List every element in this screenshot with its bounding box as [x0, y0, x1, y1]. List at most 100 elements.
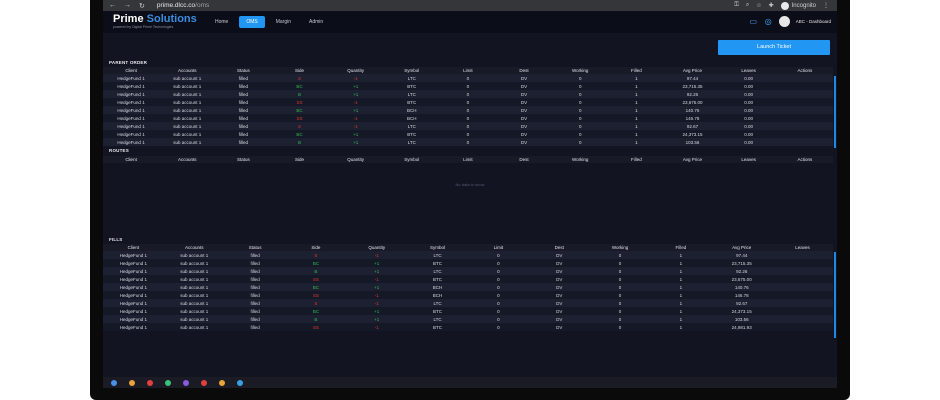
- column-header-avg-price[interactable]: Avg Price: [664, 156, 721, 163]
- table-row[interactable]: HedgeFund 1 sub account 1 filled B +1 LTC 0 DV 0…: [103, 138, 833, 146]
- column-header-accounts[interactable]: Accounts: [159, 156, 216, 163]
- column-header-symbol[interactable]: Symbol: [383, 67, 440, 74]
- table-row[interactable]: HedgeFund 1 sub account 1 filled SS -1 BCH 0 DV…: [103, 114, 833, 122]
- cell-symbol: LTC: [407, 251, 468, 259]
- cell-client: HedgeFund 1: [103, 106, 160, 114]
- column-header-limit[interactable]: Limit: [439, 67, 496, 74]
- table-row[interactable]: HedgeFund 1 sub account 1 filled SS -1 BTC 0 DV…: [103, 275, 833, 283]
- chat-icon[interactable]: ▭: [749, 17, 758, 26]
- table-row[interactable]: HedgeFund 1 sub account 1 filled BC +1 BCH 0 DV…: [103, 106, 833, 114]
- cell-symbol: BTC: [383, 98, 440, 106]
- table-row[interactable]: HedgeFund 1 sub account 1 filled S -1 LTC 0 DV 0…: [103, 299, 833, 307]
- column-header-filled[interactable]: Filled: [608, 67, 665, 74]
- headset-icon[interactable]: ◎: [764, 17, 773, 26]
- column-header-avg-price[interactable]: Avg Price: [711, 244, 773, 251]
- cell-client: HedgeFund 1: [103, 90, 160, 98]
- column-header-actions[interactable]: Actions: [776, 156, 833, 163]
- app-icon[interactable]: [183, 379, 189, 386]
- table-row[interactable]: HedgeFund 1 sub account 1 filled SS -1 BTC 0 DV…: [103, 323, 833, 331]
- column-header-filled[interactable]: Filled: [608, 156, 665, 163]
- table-row[interactable]: HedgeFund 1 sub account 1 filled S -1 LTC 0 DV 0…: [103, 251, 833, 259]
- column-header-filled[interactable]: Filled: [650, 244, 712, 251]
- launch-ticket-button[interactable]: Launch Ticket: [718, 40, 830, 55]
- nav-oms[interactable]: OMS: [239, 16, 265, 28]
- parent-order-scrollbar[interactable]: [834, 76, 836, 148]
- column-header-side[interactable]: Side: [271, 67, 328, 74]
- incognito-badge[interactable]: Incognito: [780, 1, 816, 10]
- back-icon[interactable]: ←: [109, 2, 116, 10]
- column-header-accounts[interactable]: Accounts: [163, 244, 225, 251]
- column-header-client[interactable]: Client: [103, 156, 160, 163]
- kebab-menu-icon[interactable]: ⋮: [823, 2, 829, 9]
- cell-actions: [776, 90, 833, 98]
- zoom-icon[interactable]: ⌕: [746, 2, 749, 9]
- table-row[interactable]: HedgeFund 1 sub account 1 filled S -1 LTC 0 DV 0…: [103, 74, 833, 82]
- column-header-side[interactable]: Side: [271, 156, 328, 163]
- table-row[interactable]: HedgeFund 1 sub account 1 filled BC +1 BTC 0 DV…: [103, 82, 833, 90]
- column-header-limit[interactable]: Limit: [439, 156, 496, 163]
- column-header-status[interactable]: Status: [215, 67, 272, 74]
- column-header-working[interactable]: Working: [589, 244, 651, 251]
- table-row[interactable]: HedgeFund 1 sub account 1 filled SS -1 BCH 0 DV…: [103, 291, 833, 299]
- column-header-actions[interactable]: Actions: [776, 67, 833, 74]
- table-row[interactable]: HedgeFund 1 sub account 1 filled BC +1 BTC 0 DV…: [103, 259, 833, 267]
- address-bar[interactable]: prime.dlcc.co/oms: [157, 2, 734, 9]
- column-header-working[interactable]: Working: [552, 156, 609, 163]
- chrome-icon[interactable]: [147, 379, 153, 386]
- user-label[interactable]: ABC - Dashboard: [796, 19, 831, 24]
- fills-scrollbar[interactable]: [834, 252, 836, 338]
- logo[interactable]: Prime Solutions: [113, 14, 197, 25]
- extensions-icon[interactable]: ✚: [769, 2, 774, 9]
- forward-icon[interactable]: →: [124, 2, 131, 10]
- column-header-symbol[interactable]: Symbol: [383, 156, 440, 163]
- column-header-side[interactable]: Side: [285, 244, 347, 251]
- table-row[interactable]: HedgeFund 1 sub account 1 filled S -1 LTC 0 DV 0…: [103, 122, 833, 130]
- column-header-working[interactable]: Working: [552, 67, 609, 74]
- table-row[interactable]: HedgeFund 1 sub account 1 filled B +1 LTC 0 DV 0…: [103, 90, 833, 98]
- reload-icon[interactable]: ↻: [139, 2, 145, 10]
- app-icon[interactable]: [201, 379, 207, 386]
- folder-icon[interactable]: [129, 379, 135, 386]
- table-row[interactable]: HedgeFund 1 sub account 1 filled BC +1 BTC 0 DV…: [103, 307, 833, 315]
- column-header-client[interactable]: Client: [103, 244, 164, 251]
- column-header-dest[interactable]: Dest: [495, 156, 553, 163]
- app-icon[interactable]: [165, 379, 171, 386]
- star-icon[interactable]: ☆: [756, 2, 761, 9]
- table-row[interactable]: HedgeFund 1 sub account 1 filled SS -1 BTC 0 DV…: [103, 98, 833, 106]
- table-row[interactable]: HedgeFund 1 sub account 1 filled B +1 LTC 0 DV 0…: [103, 315, 833, 323]
- key-icon[interactable]: ⚿: [734, 2, 739, 9]
- start-icon[interactable]: [111, 379, 117, 386]
- column-header-leaves[interactable]: Leaves: [720, 67, 777, 74]
- cell-limit: 0: [467, 315, 529, 323]
- column-header-dest[interactable]: Dest: [528, 244, 590, 251]
- column-header-leaves[interactable]: Leaves: [720, 156, 777, 163]
- column-header-dest[interactable]: Dest: [495, 67, 553, 74]
- cell-actions: [776, 98, 833, 106]
- table-row[interactable]: HedgeFund 1 sub account 1 filled BC +1 BCH 0 DV…: [103, 283, 833, 291]
- column-header-quantity[interactable]: Quantity: [327, 156, 384, 163]
- column-header-status[interactable]: Status: [215, 156, 272, 163]
- cell-filled: 1: [650, 283, 712, 291]
- app-icon[interactable]: [237, 379, 243, 386]
- avatar[interactable]: [778, 16, 790, 27]
- table-row[interactable]: HedgeFund 1 sub account 1 filled B +1 LTC 0 DV 0…: [103, 267, 833, 275]
- column-header-leaves[interactable]: Leaves: [772, 244, 833, 251]
- column-header-accounts[interactable]: Accounts: [159, 67, 216, 74]
- column-header-quantity[interactable]: Quantity: [327, 67, 384, 74]
- column-header-status[interactable]: Status: [224, 244, 286, 251]
- cell-symbol: LTC: [407, 315, 468, 323]
- nav-margin[interactable]: Margin: [269, 16, 298, 28]
- column-header-quantity[interactable]: Quantity: [346, 244, 408, 251]
- column-header-symbol[interactable]: Symbol: [407, 244, 468, 251]
- nav-admin[interactable]: Admin: [302, 16, 330, 28]
- cell-dest: DV: [528, 283, 590, 291]
- fills-table: Client Accounts Status Side Quantity Symbol Li…: [103, 244, 833, 331]
- app-icon[interactable]: [219, 379, 225, 386]
- cell-symbol: BTC: [383, 130, 440, 138]
- column-header-client[interactable]: Client: [103, 67, 160, 74]
- column-header-limit[interactable]: Limit: [467, 244, 529, 251]
- column-header-avg-price[interactable]: Avg Price: [664, 67, 721, 74]
- table-row[interactable]: HedgeFund 1 sub account 1 filled BC +1 BTC 0 DV…: [103, 130, 833, 138]
- cell-client: HedgeFund 1: [103, 74, 160, 82]
- nav-home[interactable]: Home: [208, 16, 235, 28]
